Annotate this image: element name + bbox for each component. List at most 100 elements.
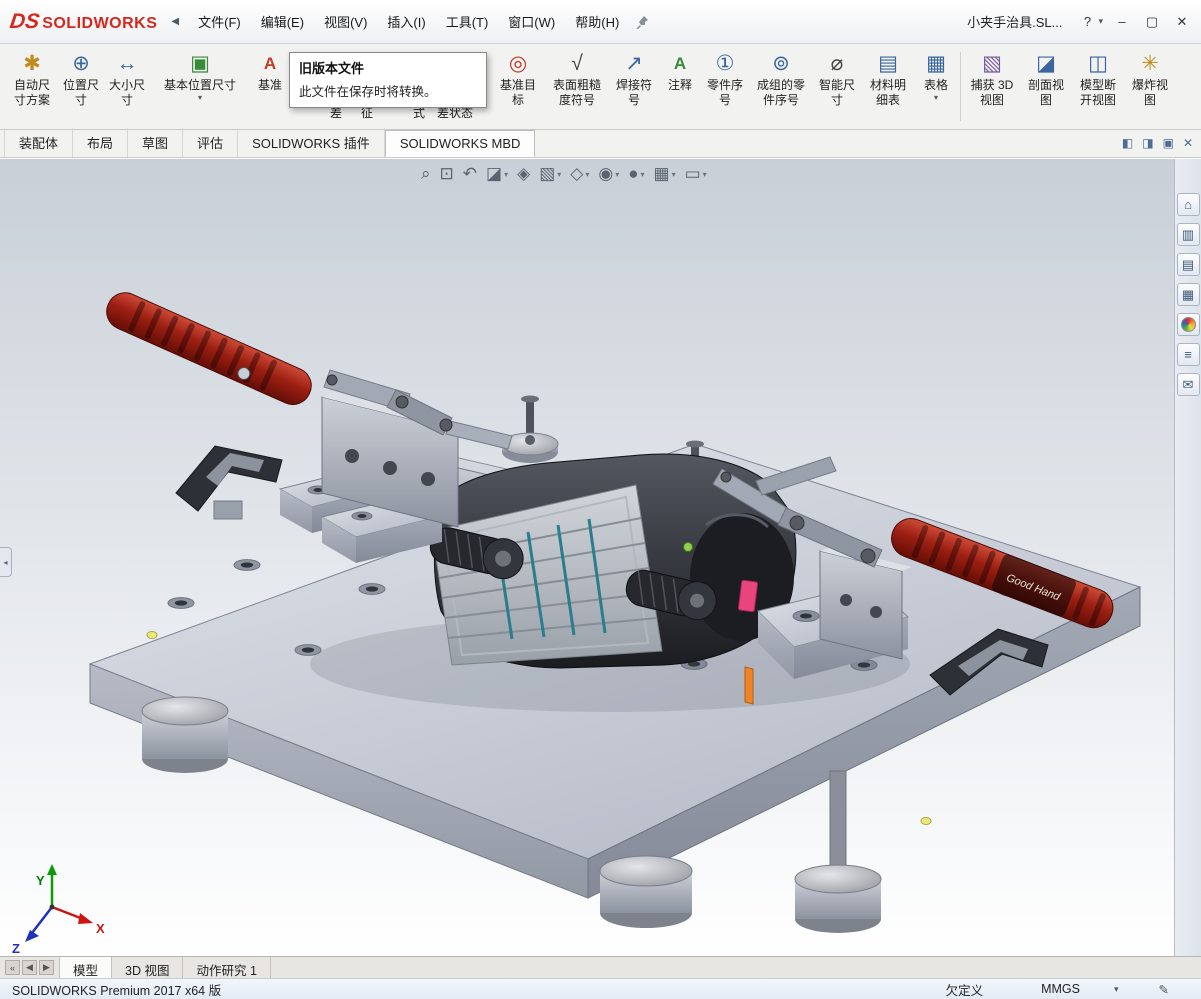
caret-down-icon[interactable]: ▾ bbox=[615, 170, 619, 179]
ribbon-surface-finish-symbol[interactable]: √ 表面粗糙 度符号 bbox=[546, 44, 608, 129]
taskpane-custom-properties[interactable]: ≡ bbox=[1176, 343, 1200, 366]
feature-pane-flyout-handle[interactable]: ◂ bbox=[0, 547, 12, 577]
apply-scene-button[interactable]: ▦ ▾ bbox=[651, 162, 679, 186]
pin-menu-icon[interactable] bbox=[636, 14, 649, 29]
ribbon-smart-dimension[interactable]: ⌀ 智能尺 寸 bbox=[812, 44, 862, 129]
ribbon-datum-target[interactable]: ◎ 基准目 标 bbox=[490, 44, 546, 129]
maximize-button[interactable]: ▢ bbox=[1141, 14, 1163, 30]
ribbon-datum[interactable]: A 基准 bbox=[250, 44, 290, 129]
ribbon-basic-location-dimension[interactable]: ▣ 基本位置尺寸 ▾ bbox=[150, 44, 250, 129]
ribbon-size-dimension[interactable]: ↔ 大小尺 寸 bbox=[104, 44, 150, 129]
ribbon-auto-balloon[interactable]: ⊚ 成组的零 件序号 bbox=[750, 44, 812, 129]
old-version-tooltip: 旧版本文件 此文件在保存时将转换。 bbox=[289, 52, 487, 108]
ribbon-bill-of-materials[interactable]: ▤ 材料明 细表 bbox=[862, 44, 914, 129]
document-title: 小夹手治具.SL... bbox=[967, 15, 1063, 30]
caret-down-icon[interactable]: ▾ bbox=[557, 170, 561, 179]
red-handle-left[interactable] bbox=[101, 287, 317, 410]
graphics-viewport[interactable]: Good Hand Y X Z ⌕ ⊡ ↶ ◪ ▾ ◈ ▧ ▾ ◇ ▾ ◉ ▾ ● ▾ ▦… bbox=[0, 159, 1201, 956]
taskpane-file-explorer[interactable]: ▤ bbox=[1176, 253, 1200, 276]
tab-scroll-controls: « ◀ ▶ bbox=[0, 957, 60, 978]
dynamic-annotation-views-button[interactable]: ◈ bbox=[514, 162, 533, 186]
caret-down-icon[interactable]: ▾ bbox=[504, 170, 508, 179]
section-view-button[interactable]: ◪ ▾ bbox=[483, 162, 511, 186]
ribbon-label: 寸 bbox=[120, 93, 133, 107]
menu-view[interactable]: 视图(V) bbox=[315, 7, 376, 36]
caret-down-icon[interactable]: ▾ bbox=[641, 170, 645, 179]
edit-pencil-icon[interactable]: ✎ bbox=[1159, 982, 1169, 997]
dropdown-caret-icon[interactable]: ▾ bbox=[198, 93, 202, 103]
menu-insert[interactable]: 插入(I) bbox=[378, 7, 434, 36]
units-selector[interactable]: MMGS bbox=[1041, 982, 1080, 996]
ribbon-label: 件序号 bbox=[762, 93, 799, 107]
ribbon-label: 图 bbox=[1039, 93, 1052, 107]
menu-edit[interactable]: 编辑(E) bbox=[252, 7, 313, 36]
bom-icon: ▤ bbox=[878, 52, 898, 75]
clamp-pad-rear-left[interactable] bbox=[501, 395, 559, 464]
tab-sketch[interactable]: 草图 bbox=[128, 128, 184, 157]
tab-assembly[interactable]: 装配体 bbox=[4, 128, 74, 157]
logo-brand-text: SOLIDWORKS bbox=[42, 14, 158, 32]
caret-down-icon[interactable]: ▾ bbox=[672, 170, 676, 179]
ribbon-capture-3d-view[interactable]: ▧ 捕获 3D 视图 bbox=[963, 44, 1021, 129]
tab-3d-views[interactable]: 3D 视图 bbox=[112, 957, 184, 978]
corner-stop-left[interactable] bbox=[175, 445, 283, 520]
close-document-icon[interactable]: ✕ bbox=[1183, 136, 1193, 150]
menu-window[interactable]: 窗口(W) bbox=[499, 7, 564, 36]
help-button[interactable]: ? bbox=[1076, 14, 1098, 29]
caret-down-icon[interactable]: ▾ bbox=[585, 170, 589, 179]
zoom-area-button[interactable]: ⊡ bbox=[437, 162, 457, 186]
ribbon-auto-dimension-scheme[interactable]: ✱ 自动尺 寸方案 bbox=[6, 44, 58, 129]
previous-view-button[interactable]: ↶ bbox=[460, 162, 480, 186]
view-orientation-button[interactable]: ▧ ▾ bbox=[536, 162, 564, 186]
taskpane-view-palette[interactable]: ▦ bbox=[1176, 283, 1200, 306]
taskpane-solidworks-resources[interactable]: ⌂ bbox=[1176, 193, 1200, 216]
window-controls: 小夹手治具.SL... ? ▾ – ▢ ✕ bbox=[967, 12, 1193, 31]
ribbon-label: 标 bbox=[511, 93, 524, 107]
tab-model[interactable]: 模型 bbox=[60, 957, 113, 978]
taskpane-design-library[interactable]: ▥ bbox=[1176, 223, 1200, 246]
ribbon-balloon[interactable]: ① 零件序 号 bbox=[700, 44, 750, 129]
taskpane-solidworks-forum[interactable]: ✉ bbox=[1176, 373, 1200, 396]
dropdown-caret-icon[interactable]: ▾ bbox=[934, 93, 938, 103]
3d-model-canvas[interactable]: Good Hand Y X Z bbox=[0, 159, 1201, 956]
basic-location-dimension-icon: ▣ bbox=[190, 52, 210, 75]
display-style-button[interactable]: ◇ ▾ bbox=[567, 162, 592, 186]
ribbon-tables[interactable]: ▦ 表格 ▾ bbox=[914, 44, 958, 129]
menu-help[interactable]: 帮助(H) bbox=[566, 7, 628, 36]
taskpane-appearances-scenes[interactable] bbox=[1176, 313, 1200, 336]
ribbon-label: 焊接符 bbox=[615, 78, 652, 92]
edit-appearance-button[interactable]: ● ▾ bbox=[625, 162, 647, 186]
logo-ds-mark: DS bbox=[8, 9, 41, 33]
menu-tools[interactable]: 工具(T) bbox=[437, 7, 498, 36]
hide-show-items-button[interactable]: ◉ ▾ bbox=[595, 162, 622, 186]
restore-document-icon[interactable]: ▣ bbox=[1163, 136, 1174, 150]
ribbon-label: 寸方案 bbox=[13, 93, 50, 107]
tab-solidworks-add-ins[interactable]: SOLIDWORKS 插件 bbox=[238, 128, 385, 157]
ribbon-note[interactable]: A 注释 bbox=[660, 44, 700, 129]
units-caret-icon[interactable]: ▾ bbox=[1114, 984, 1119, 995]
tab-motion-study-1[interactable]: 动作研究 1 bbox=[183, 957, 271, 978]
help-caret-icon[interactable]: ▾ bbox=[1098, 16, 1103, 27]
tab-scroll-forward-button[interactable]: ▶ bbox=[39, 960, 54, 975]
ribbon-exploded-view[interactable]: ✳ 爆炸视 图 bbox=[1125, 44, 1175, 129]
tab-solidworks-mbd[interactable]: SOLIDWORKS MBD bbox=[384, 130, 536, 157]
minimize-button[interactable]: – bbox=[1111, 14, 1133, 29]
view-settings-button[interactable]: ▭ ▾ bbox=[682, 162, 710, 186]
ribbon-model-break-view[interactable]: ◫ 模型断 开视图 bbox=[1071, 44, 1125, 129]
definition-state-text: 欠定义 bbox=[945, 983, 984, 998]
tab-layout[interactable]: 布局 bbox=[73, 128, 129, 157]
ribbon-location-dimension[interactable]: ⊕ 位置尺 寸 bbox=[58, 44, 104, 129]
zoom-fit-button[interactable]: ⌕ bbox=[418, 162, 434, 186]
ribbon-section-view[interactable]: ◪ 剖面视 图 bbox=[1021, 44, 1071, 129]
tab-scroll-back-button[interactable]: ◀ bbox=[22, 960, 37, 975]
close-button[interactable]: ✕ bbox=[1171, 14, 1193, 30]
pane-forward-icon[interactable]: ◨ bbox=[1142, 136, 1153, 150]
menu-collapse-icon[interactable]: ◀ bbox=[171, 16, 179, 27]
orientation-triad[interactable]: Y X Z bbox=[12, 864, 105, 956]
menu-file[interactable]: 文件(F) bbox=[189, 7, 250, 36]
tab-scroll-start-button[interactable]: « bbox=[5, 960, 20, 975]
pane-back-icon[interactable]: ◧ bbox=[1122, 136, 1133, 150]
caret-down-icon[interactable]: ▾ bbox=[703, 170, 707, 179]
tab-evaluate[interactable]: 评估 bbox=[183, 128, 239, 157]
ribbon-weld-symbol[interactable]: ↗ 焊接符 号 bbox=[608, 44, 660, 129]
